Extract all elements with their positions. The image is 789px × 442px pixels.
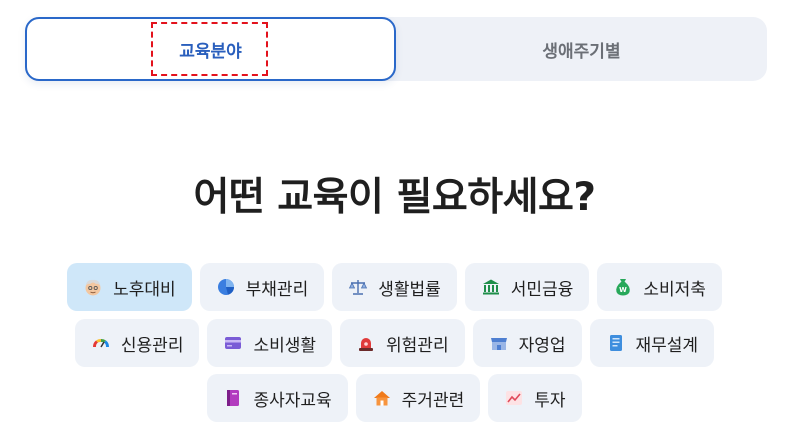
book-icon [223, 388, 243, 408]
category-chip-worker-education[interactable]: 종사자교육 [207, 374, 348, 422]
category-chip-retirement[interactable]: 노후대비 [67, 263, 192, 311]
category-chip-consumer[interactable]: 소비생활 [207, 319, 333, 367]
elderly-face-icon [83, 277, 103, 297]
category-row-1: 노후대비 부채관리 생활법률 서민금융 W 소비저축 [0, 263, 789, 311]
category-label: 투자 [534, 390, 566, 411]
category-row-2: 신용관리 소비생활 위험관리 자영업 재무설계 [0, 319, 789, 367]
trend-chart-icon [504, 388, 524, 408]
gauge-icon [91, 333, 111, 353]
category-chip-risk[interactable]: 위험관리 [340, 319, 465, 367]
category-chip-law[interactable]: 생활법률 [332, 263, 457, 311]
category-label: 소비저축 [643, 279, 706, 300]
money-bag-icon: W [613, 277, 633, 297]
category-label: 주거관련 [401, 390, 465, 411]
tab-life-cycle[interactable]: 생애주기별 [396, 17, 767, 81]
store-icon [489, 333, 509, 353]
category-label: 위험관리 [386, 335, 449, 356]
house-icon [372, 388, 392, 408]
category-label: 자영업 [518, 335, 566, 356]
page-title: 어떤 교육이 필요하세요? [193, 175, 596, 220]
category-chip-credit[interactable]: 신용관리 [74, 319, 200, 367]
credit-card-icon [223, 333, 243, 353]
category-chip-saving[interactable]: W 소비저축 [597, 263, 722, 311]
svg-text:W: W [619, 286, 627, 294]
category-chip-investment[interactable]: 투자 [488, 374, 582, 422]
document-icon [606, 333, 626, 353]
category-chip-housing[interactable]: 주거관련 [355, 374, 481, 422]
category-label: 신용관리 [120, 335, 184, 356]
pie-chart-icon [216, 277, 236, 297]
category-chip-self-employed[interactable]: 자영업 [472, 319, 582, 367]
balance-scale-icon [348, 277, 368, 297]
category-chip-planning[interactable]: 재무설계 [589, 319, 715, 367]
category-label: 생활법률 [378, 279, 441, 300]
tab-life-cycle-label: 생애주기별 [542, 41, 621, 62]
category-row-3: 종사자교육 주거관련 투자 [0, 374, 789, 422]
siren-icon [356, 333, 376, 353]
category-label: 재무설계 [635, 335, 699, 356]
category-tab-bar: 교육분야 생애주기별 [25, 17, 767, 81]
category-chip-finance[interactable]: 서민금융 [464, 263, 590, 311]
tab-education-field[interactable]: 교육분야 [25, 17, 396, 81]
bank-icon [481, 277, 501, 297]
category-label: 노후대비 [113, 279, 176, 300]
category-label: 소비생활 [253, 335, 317, 356]
category-label: 서민금융 [510, 279, 574, 300]
tab-education-field-label: 교육분야 [179, 41, 242, 62]
category-chip-debt[interactable]: 부채관리 [199, 263, 325, 311]
category-label: 부채관리 [245, 279, 309, 300]
category-label: 종사자교육 [253, 390, 332, 411]
